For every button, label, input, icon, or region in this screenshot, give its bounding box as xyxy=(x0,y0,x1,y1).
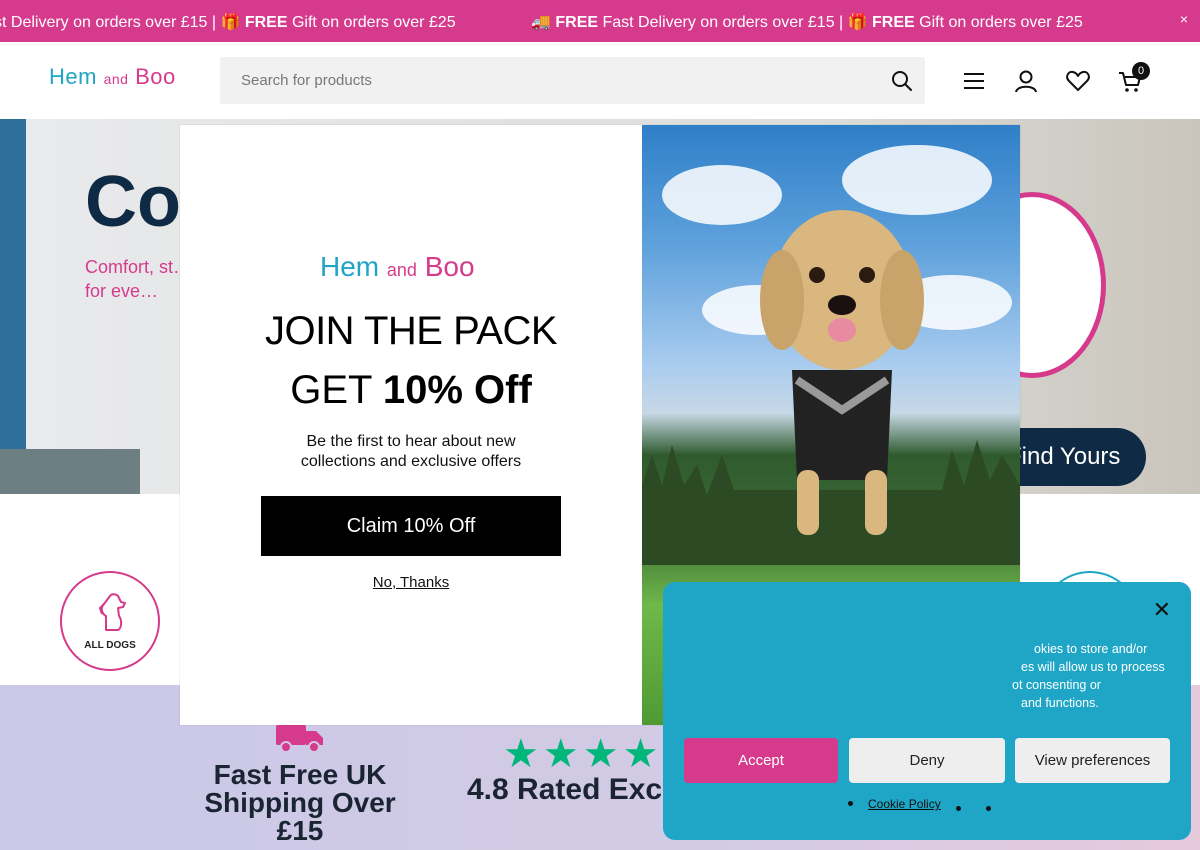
popup-offer: GET 10% Off xyxy=(180,368,642,413)
bullet-dot xyxy=(848,801,853,806)
popup-content: Hem and Boo JOIN THE PACK GET 10% Off Be… xyxy=(180,125,642,725)
cookie-consent-banner: ✕ okies to store and/or es will allow us… xyxy=(663,582,1191,840)
search-bar xyxy=(220,57,925,104)
menu-icon[interactable] xyxy=(961,68,987,94)
popup-logo: Hem and Boo xyxy=(320,251,502,283)
announcement-message: st Delivery on orders over £15 | 🎁 FREE … xyxy=(0,12,456,32)
logo-hem: Hem xyxy=(320,251,380,282)
announcement-free: FREE xyxy=(244,14,288,31)
popup-title: JOIN THE PACK xyxy=(264,309,558,353)
rating-stars: ★★★★ xyxy=(503,732,663,776)
rating-feature: 4.8 Rated Exce xyxy=(467,773,679,806)
announcement-text: Gift on orders over £25 xyxy=(914,14,1083,31)
search-input[interactable] xyxy=(220,57,870,104)
category-label: ALL DOGS xyxy=(84,640,136,651)
announcement-free: FREE xyxy=(872,14,915,31)
logo-boo: Boo xyxy=(424,251,475,282)
hero-image-edge xyxy=(0,449,140,494)
logo-and: and xyxy=(386,260,417,280)
logo-hem: Hem xyxy=(49,64,97,89)
announcement-text: st Delivery on orders over £15 | 🎁 xyxy=(0,14,245,31)
announcement-text: Fast Delivery on orders over £15 | 🎁 xyxy=(598,14,873,31)
search-icon[interactable] xyxy=(889,68,915,94)
announcement-text: Gift on orders over £25 xyxy=(287,14,456,31)
account-icon[interactable] xyxy=(1013,68,1039,94)
truck-icon xyxy=(274,721,326,758)
decline-link[interactable]: No, Thanks xyxy=(180,574,642,591)
bullet-dot xyxy=(986,806,991,811)
cookie-text-line: and functions. xyxy=(1021,696,1099,710)
dog-icon xyxy=(98,593,126,631)
cookie-text-line: okies to store and/or xyxy=(1034,642,1148,656)
announcement-close-button[interactable]: × xyxy=(1180,11,1188,27)
shipping-feature: Fast Free UK Shipping Over £15 xyxy=(204,759,396,846)
cookie-policy-link[interactable]: Cookie Policy xyxy=(868,797,941,811)
cookie-accept-button[interactable]: Accept xyxy=(684,738,838,783)
cart-count-badge: 0 xyxy=(1132,62,1150,80)
site-header: Hem and Boo 0 xyxy=(0,42,1200,119)
announcement-message: 🚚 FREE Fast Delivery on orders over £15 … xyxy=(531,12,1083,32)
cookie-preferences-button[interactable]: View preferences xyxy=(1015,738,1170,783)
truck-icon: 🚚 xyxy=(531,14,556,31)
category-all-dogs[interactable]: ALL DOGS xyxy=(60,571,160,671)
cookie-text: okies to store and/or es will allow us t… xyxy=(685,640,1171,712)
offer-amount: 10% Off xyxy=(382,368,532,412)
popup-description: Be the first to hear about new collectio… xyxy=(300,433,522,470)
offer-prefix: GET xyxy=(290,368,383,412)
dog-illustration xyxy=(760,210,924,535)
cookie-close-button[interactable]: ✕ xyxy=(1153,597,1171,623)
announcement-bar: st Delivery on orders over £15 | 🎁 FREE … xyxy=(0,0,1200,42)
bullet-dot xyxy=(956,806,961,811)
logo-and: and xyxy=(103,71,129,87)
cookie-text-line: es will allow us to process xyxy=(1021,660,1165,674)
cookie-text-line: ot consenting or xyxy=(1012,678,1101,692)
logo-boo: Boo xyxy=(135,64,176,89)
site-logo[interactable]: Hem and Boo xyxy=(49,64,176,90)
cookie-deny-button[interactable]: Deny xyxy=(849,738,1005,783)
wishlist-icon[interactable] xyxy=(1065,68,1091,94)
announcement-free: FREE xyxy=(555,14,599,31)
claim-discount-button[interactable]: Claim 10% Off xyxy=(261,496,561,556)
